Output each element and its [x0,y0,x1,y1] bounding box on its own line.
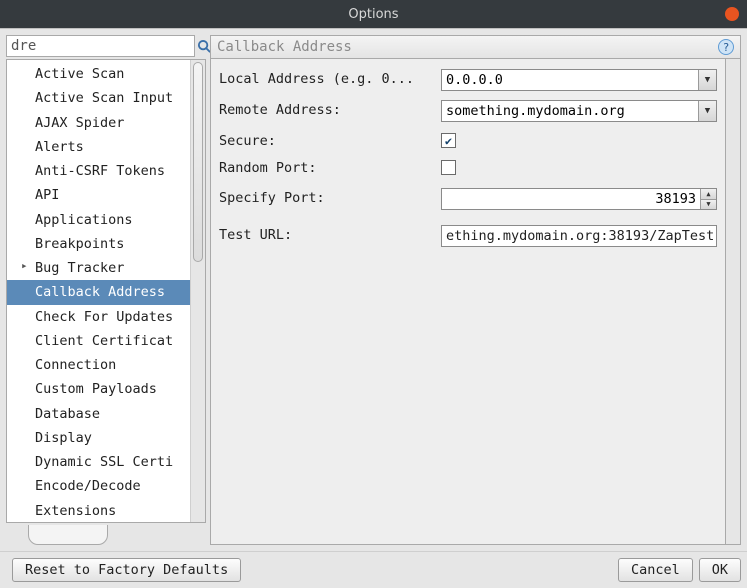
tree-item[interactable]: Client Certificat [7,329,190,353]
search-input[interactable] [6,35,195,57]
content-area: Active ScanActive Scan InputAJAX SpiderA… [0,29,747,551]
options-tree[interactable]: Active ScanActive Scan InputAJAX SpiderA… [7,60,190,522]
tree-item[interactable]: Breakpoints [7,232,190,256]
random-port-label: Random Port: [219,158,439,179]
form-scrollbar[interactable] [726,59,741,545]
options-tree-container: Active ScanActive Scan InputAJAX SpiderA… [6,59,206,523]
form-area: Local Address (e.g. 0... ▼ Remote Addres… [210,59,726,545]
secure-checkbox[interactable]: ✔ [441,133,456,148]
window-title: Options [348,7,398,22]
tree-item[interactable]: Extensions [7,499,190,523]
section-header: Callback Address ? [210,35,741,59]
tree-item[interactable]: Encode/Decode [7,474,190,498]
specify-port-spinner[interactable]: ▲ ▼ [441,188,717,210]
specify-port-label: Specify Port: [219,188,439,210]
reset-button[interactable]: Reset to Factory Defaults [12,558,241,582]
titlebar: Options [0,0,747,28]
footer: Reset to Factory Defaults Cancel OK [0,551,747,588]
tree-scrollbar[interactable] [190,60,205,522]
help-icon[interactable]: ? [718,39,734,55]
tree-item[interactable]: Check For Updates [7,305,190,329]
chevron-down-icon[interactable]: ▼ [698,70,716,90]
tree-item[interactable]: Database [7,402,190,426]
tree-item[interactable]: Active Scan Input [7,86,190,110]
specify-port-input[interactable] [442,189,700,209]
local-address-label: Local Address (e.g. 0... [219,69,439,91]
tree-item[interactable]: Custom Payloads [7,377,190,401]
spinner-up-icon[interactable]: ▲ [701,189,716,200]
scrollbar-thumb[interactable] [193,62,203,262]
test-url-value: ething.mydomain.org:38193/ZapTest [446,228,714,244]
local-address-input[interactable] [442,70,698,90]
test-url-label: Test URL: [219,225,439,247]
chevron-down-icon[interactable]: ▼ [698,101,716,121]
tree-item[interactable]: Bug Tracker [7,256,190,280]
tree-item[interactable]: AJAX Spider [7,111,190,135]
random-port-checkbox[interactable] [441,160,456,175]
tree-item[interactable]: API [7,183,190,207]
section-title: Callback Address [217,39,352,55]
left-panel: Active ScanActive Scan InputAJAX SpiderA… [6,35,206,545]
tree-item[interactable]: Applications [7,208,190,232]
close-icon[interactable] [725,7,739,21]
tree-item[interactable]: Active Scan [7,62,190,86]
spinner-down-icon[interactable]: ▼ [701,200,716,210]
tree-item[interactable]: Display [7,426,190,450]
tree-item[interactable]: Alerts [7,135,190,159]
left-bottom-stub [6,525,206,545]
local-address-combo[interactable]: ▼ [441,69,717,91]
remote-address-label: Remote Address: [219,100,439,122]
search-row [6,35,206,57]
tree-item[interactable]: Callback Address [7,280,190,304]
right-panel: Callback Address ? Local Address (e.g. 0… [210,35,741,545]
test-url-field[interactable]: ething.mydomain.org:38193/ZapTest [441,225,717,247]
secure-label: Secure: [219,131,439,149]
cancel-button[interactable]: Cancel [618,558,693,582]
tree-item[interactable]: Connection [7,353,190,377]
tree-item[interactable]: Anti-CSRF Tokens [7,159,190,183]
ok-button[interactable]: OK [699,558,741,582]
remote-address-input[interactable] [442,101,698,121]
options-dialog: Active ScanActive Scan InputAJAX SpiderA… [0,28,747,588]
remote-address-combo[interactable]: ▼ [441,100,717,122]
tree-item[interactable]: Dynamic SSL Certi [7,450,190,474]
